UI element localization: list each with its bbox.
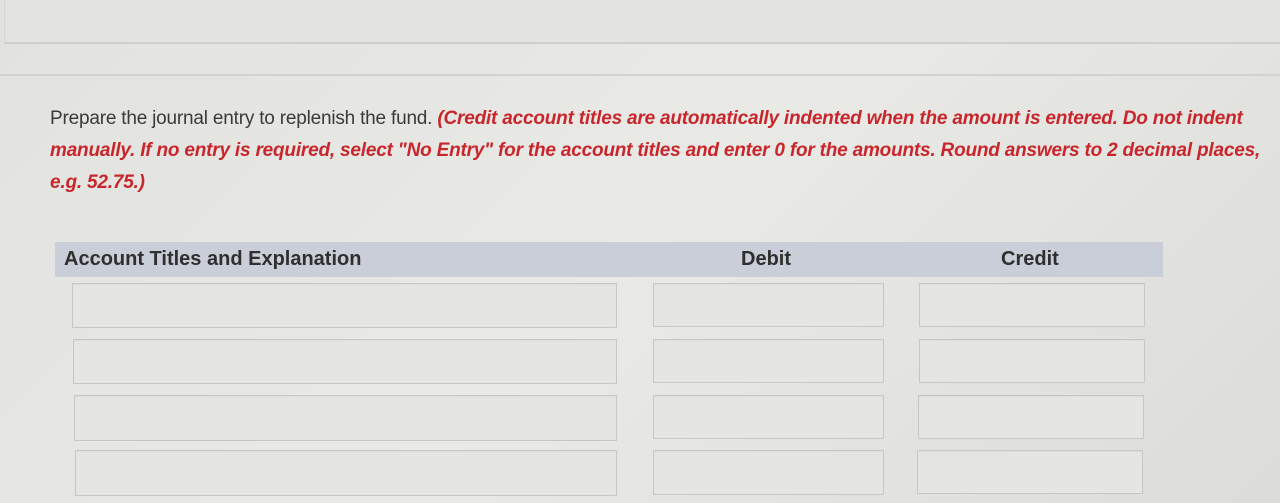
credit-input[interactable] [917, 450, 1143, 494]
question-prompt: Prepare the journal entry to replenish t… [50, 108, 433, 129]
header-account-titles: Account Titles and Explanation [64, 248, 362, 270]
page: Prepare the journal entry to replenish t… [0, 0, 1280, 503]
account-title-input[interactable] [74, 395, 617, 441]
journal-table-header: Account Titles and Explanation Debit Cre… [55, 242, 1163, 277]
journal-row [0, 339, 1280, 385]
account-title-input[interactable] [75, 450, 617, 496]
debit-input[interactable] [653, 339, 884, 383]
debit-input[interactable] [653, 283, 884, 327]
journal-row [0, 450, 1280, 496]
header-credit: Credit [1001, 248, 1059, 270]
account-title-input[interactable] [72, 283, 617, 328]
header-debit: Debit [741, 248, 791, 270]
journal-row [0, 283, 1280, 329]
credit-input[interactable] [919, 339, 1145, 383]
credit-input[interactable] [919, 283, 1145, 327]
credit-input[interactable] [918, 395, 1144, 439]
panel-divider [0, 74, 1280, 76]
debit-input[interactable] [653, 450, 884, 495]
top-panel [4, 0, 1280, 44]
account-title-input[interactable] [73, 339, 617, 384]
journal-row [0, 395, 1280, 441]
question-text: Prepare the journal entry to replenish t… [50, 103, 1270, 199]
debit-input[interactable] [653, 395, 884, 439]
